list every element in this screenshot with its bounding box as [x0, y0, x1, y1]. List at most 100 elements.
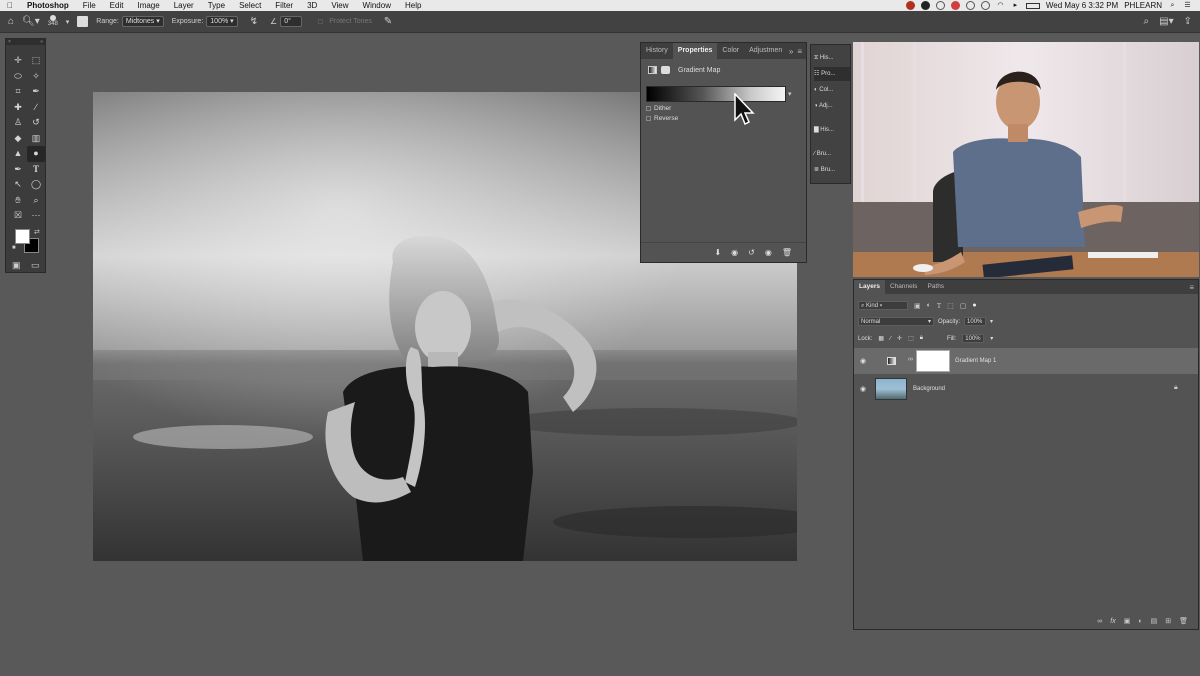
- panel-menu-icon[interactable]: ≡: [797, 47, 806, 56]
- tab-adjustments[interactable]: Adjustmen: [744, 43, 787, 59]
- tab-history[interactable]: History: [641, 43, 673, 59]
- menu-3d[interactable]: 3D: [300, 0, 324, 11]
- angle-field[interactable]: 0°: [280, 16, 303, 27]
- protect-tones-checkbox[interactable]: Protect Tones: [318, 18, 372, 25]
- fx-icon[interactable]: fx: [1110, 618, 1115, 625]
- frame-tool-icon[interactable]: ☒: [9, 208, 27, 224]
- brush-dropdown-icon[interactable]: ▾: [66, 18, 70, 26]
- lock-icon[interactable]: 🔒︎: [1174, 384, 1178, 392]
- healing-brush-tool-icon[interactable]: ✚: [9, 100, 27, 116]
- layer-name[interactable]: Gradient Map 1: [955, 358, 996, 364]
- spotlight-icon[interactable]: ⌕: [1168, 1, 1177, 10]
- trash-icon[interactable]: 🗑︎: [1179, 617, 1188, 625]
- crop-tool-icon[interactable]: ⌗: [9, 84, 27, 100]
- visibility-icon[interactable]: ◉: [765, 248, 772, 257]
- brush-tool-icon[interactable]: ∕: [27, 100, 45, 116]
- menu-edit[interactable]: Edit: [103, 0, 131, 11]
- brush-settings-icon[interactable]: [77, 16, 89, 27]
- more-tools-icon[interactable]: ⋯: [27, 208, 45, 224]
- dodge-tool-icon[interactable]: ●: [27, 146, 45, 162]
- search-icon[interactable]: ⌕: [1144, 16, 1150, 27]
- bluetooth-icon[interactable]: [980, 1, 990, 10]
- lock-artboard-icon[interactable]: ⬚: [908, 335, 914, 342]
- lock-transparent-icon[interactable]: ▦: [878, 335, 884, 342]
- eraser-tool-icon[interactable]: ◆: [9, 131, 27, 147]
- marquee-tool-icon[interactable]: ⬚: [27, 53, 45, 69]
- airbrush-icon[interactable]: ↯: [250, 16, 258, 27]
- clip-to-layer-icon[interactable]: ⬇︎: [714, 248, 721, 257]
- brush-size-picker[interactable]: 348: [48, 15, 58, 28]
- menu-type[interactable]: Type: [201, 0, 232, 11]
- menu-filter[interactable]: Filter: [268, 0, 300, 11]
- strip-color[interactable]: ◐ Col...: [814, 83, 850, 97]
- layer-mask-icon[interactable]: [661, 66, 670, 74]
- panel-expand-icon[interactable]: »: [789, 47, 797, 56]
- clone-stamp-tool-icon[interactable]: ♙: [9, 115, 27, 131]
- menu-view[interactable]: View: [324, 0, 355, 11]
- battery-icon[interactable]: [1025, 2, 1040, 9]
- fill-dropdown-icon[interactable]: ▾: [990, 335, 993, 342]
- filter-adjustment-icon[interactable]: ◐: [927, 302, 931, 309]
- foreground-color-swatch[interactable]: [15, 229, 30, 244]
- strip-properties[interactable]: ☷ Pro...: [814, 67, 850, 81]
- visibility-eye-icon[interactable]: ◉: [860, 385, 866, 393]
- lasso-tool-icon[interactable]: ⬭: [9, 69, 27, 85]
- filter-smart-object-icon[interactable]: ▢: [960, 302, 967, 310]
- lock-all-icon[interactable]: 🔒︎: [920, 335, 923, 342]
- dither-checkbox[interactable]: Dither: [646, 105, 671, 112]
- menu-window[interactable]: Window: [356, 0, 398, 11]
- zoom-tool-icon[interactable]: ⌕: [27, 193, 45, 209]
- layer-mask-thumbnail[interactable]: [916, 350, 950, 372]
- link-icon[interactable]: ∞: [1097, 618, 1102, 625]
- strip-history[interactable]: ⧖ His...: [814, 51, 850, 65]
- app-status-icon[interactable]: [905, 1, 915, 10]
- default-colors-icon[interactable]: ■: [12, 245, 16, 251]
- layers-panel-menu-icon[interactable]: ≡: [1189, 283, 1198, 292]
- lock-position-icon[interactable]: ✛: [897, 335, 902, 342]
- strip-adjustments[interactable]: ◑ Adj...: [814, 99, 850, 113]
- filter-pixel-icon[interactable]: ▣: [914, 302, 921, 310]
- layer-name[interactable]: Background: [913, 386, 945, 392]
- lock-image-icon[interactable]: ∕: [890, 336, 891, 342]
- wifi-icon[interactable]: ◠: [996, 1, 1005, 10]
- visibility-eye-icon[interactable]: ◉: [860, 357, 866, 365]
- swap-colors-icon[interactable]: ⇄: [34, 228, 40, 236]
- kind-filter-select[interactable]: ⌕ Kind ▾: [858, 301, 908, 310]
- strip-brush[interactable]: ∕ Bru...: [814, 147, 850, 161]
- tab-channels[interactable]: Channels: [885, 280, 922, 294]
- status-icon[interactable]: [920, 1, 930, 10]
- pen-tool-icon[interactable]: ✒: [9, 162, 27, 178]
- delete-adjustment-icon[interactable]: 🗑︎: [782, 248, 792, 257]
- fill-field[interactable]: 100%: [962, 334, 985, 343]
- eyedropper-tool-icon[interactable]: ✒: [27, 84, 45, 100]
- pressure-size-icon[interactable]: ✎: [384, 16, 392, 27]
- tab-color[interactable]: Color: [717, 43, 744, 59]
- tab-paths[interactable]: Paths: [922, 280, 949, 294]
- quick-mask-icon[interactable]: ▣: [12, 260, 21, 271]
- clock-icon[interactable]: [965, 1, 975, 10]
- menu-layer[interactable]: Layer: [167, 0, 201, 11]
- gradient-picker[interactable]: [646, 86, 786, 102]
- move-tool-icon[interactable]: ✛: [9, 53, 27, 69]
- reverse-checkbox[interactable]: Reverse: [646, 115, 678, 122]
- volume-icon[interactable]: ▸: [1011, 1, 1020, 10]
- clock[interactable]: Wed May 6 3:32 PM: [1046, 1, 1118, 10]
- magic-wand-tool-icon[interactable]: ✧: [27, 69, 45, 85]
- layer-row-gradient-map[interactable]: ◉ ∞ Gradient Map 1: [854, 348, 1198, 374]
- share-icon[interactable]: ⇪: [1184, 16, 1192, 27]
- group-icon[interactable]: ▤: [1151, 617, 1158, 625]
- tab-properties[interactable]: Properties: [672, 43, 718, 59]
- mask-icon[interactable]: ▣: [1124, 617, 1131, 625]
- background-thumbnail[interactable]: [875, 378, 907, 400]
- opacity-dropdown-icon[interactable]: ▾: [990, 318, 993, 325]
- tools-panel-header[interactable]: ×»: [6, 39, 45, 45]
- exposure-field[interactable]: 100% ▾: [206, 16, 238, 27]
- app-menu[interactable]: Photoshop: [20, 0, 76, 11]
- reset-icon[interactable]: ↺: [748, 248, 755, 257]
- mask-link-icon[interactable]: ∞: [908, 356, 913, 363]
- hand-tool-icon[interactable]: ✋︎: [9, 193, 27, 209]
- dodge-tool-preset-icon[interactable]: 🔍︎▾: [22, 16, 40, 27]
- record-icon[interactable]: [950, 1, 960, 10]
- path-selection-tool-icon[interactable]: ↖: [9, 177, 27, 193]
- filter-type-icon[interactable]: T: [937, 302, 941, 310]
